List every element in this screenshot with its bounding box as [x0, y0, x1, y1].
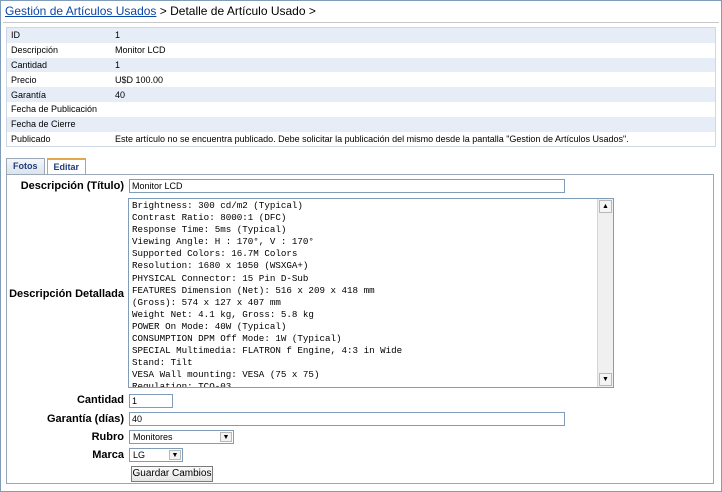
info-row-descripcion: Descripción Monitor LCD — [7, 43, 715, 58]
cantidad-label: Cantidad — [76, 394, 124, 406]
tab-bar: Fotos Editar — [6, 158, 87, 175]
info-value: Monitor LCD — [115, 45, 166, 56]
chevron-down-icon[interactable]: ▼ — [169, 450, 181, 460]
rubro-select-value: Monitores — [133, 432, 173, 442]
header-divider — [3, 22, 719, 23]
marca-select-value: LG — [133, 450, 146, 460]
tab-fotos[interactable]: Fotos — [6, 158, 45, 174]
info-label: Cantidad — [11, 59, 48, 70]
info-row-publicado: Publicado Este artículo no se encuentra p… — [7, 132, 715, 147]
breadcrumb-separator: > — [156, 4, 171, 18]
info-label: Fecha de Cierre — [11, 119, 76, 130]
info-label: Garantía — [11, 89, 47, 100]
info-value: 40 — [115, 89, 126, 100]
arrow-down-icon[interactable]: ▼ — [599, 373, 612, 386]
info-label: Publicado — [11, 133, 51, 144]
info-row-garantia: Garantía 40 — [7, 87, 715, 102]
info-value: Este artículo no se encuentra publicado.… — [115, 133, 629, 144]
breadcrumb-current: Detalle de Artículo Usado > — [170, 4, 316, 18]
desc-detail-text: Brightness: 300 cd/m2 (Typical) Contrast… — [132, 200, 403, 388]
info-value: 1 — [115, 30, 121, 41]
arrow-up-icon[interactable]: ▲ — [599, 200, 612, 213]
garantia-label: Garantía (días) — [46, 413, 124, 425]
desc-title-label: Descripción (Título) — [20, 180, 124, 192]
rubro-select[interactable]: Monitores ▼ — [129, 430, 234, 444]
garantia-input[interactable] — [129, 412, 565, 426]
info-table: ID 1 Descripción Monitor LCD Cantidad 1 Pre… — [6, 27, 716, 148]
info-row-precio: Precio U$D 100.00 — [7, 72, 715, 87]
info-label: Descripción — [11, 45, 59, 56]
cantidad-input[interactable] — [129, 394, 173, 408]
save-button[interactable]: Guardar Cambios — [131, 466, 213, 482]
chevron-down-icon[interactable]: ▼ — [220, 432, 232, 442]
info-label: ID — [11, 30, 20, 41]
info-row-fecha-publicacion: Fecha de Publicación — [7, 102, 715, 117]
breadcrumb-link-gestion[interactable]: Gestión de Artículos Usados — [5, 4, 156, 18]
info-label: Fecha de Publicación — [11, 104, 98, 115]
info-row-fecha-cierre: Fecha de Cierre — [7, 116, 715, 132]
tab-editar[interactable]: Editar — [46, 158, 87, 175]
breadcrumb: Gestión de Artículos Usados > Detalle de… — [5, 4, 316, 18]
marca-select[interactable]: LG ▼ — [129, 448, 183, 462]
info-label: Precio — [11, 74, 37, 85]
info-value: U$D 100.00 — [115, 74, 164, 85]
rubro-label: Rubro — [91, 431, 124, 443]
info-row-id: ID 1 — [7, 28, 715, 43]
desc-detail-label: Descripción Detallada — [9, 288, 124, 300]
desc-title-input[interactable] — [129, 179, 565, 193]
textarea-scrollbar[interactable]: ▲ ▼ — [597, 199, 613, 387]
info-row-cantidad: Cantidad 1 — [7, 57, 715, 73]
info-value: 1 — [115, 59, 121, 70]
desc-detail-textarea[interactable]: Brightness: 300 cd/m2 (Typical) Contrast… — [128, 198, 614, 388]
marca-label: Marca — [92, 449, 124, 461]
